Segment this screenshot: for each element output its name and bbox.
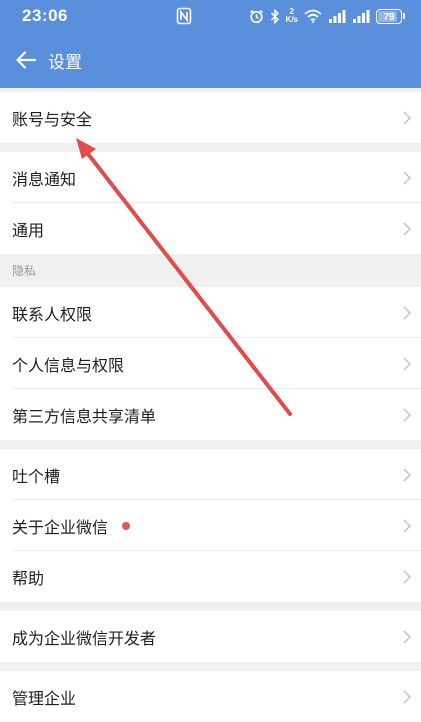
item-label: 帮助 [12, 568, 45, 588]
feedback-item[interactable]: 吐个槽 [0, 449, 421, 500]
status-bar: 23:06 2 K/s 79 [0, 0, 421, 32]
status-time: 23:06 [22, 6, 68, 25]
back-arrow-icon [16, 51, 37, 69]
item-label: 个人信息与权限 [12, 355, 125, 375]
third-party-sharing-item[interactable]: 第三方信息共享清单 [0, 389, 421, 440]
item-label: 吐个槽 [12, 466, 61, 486]
item-label: 成为企业微信开发者 [12, 628, 157, 648]
help-item[interactable]: 帮助 [0, 551, 421, 602]
chevron-right-icon [403, 467, 411, 482]
battery-level: 79 [383, 11, 395, 23]
battery-tip [403, 13, 405, 19]
manage-enterprise-item[interactable]: 管理企业 [0, 671, 421, 722]
alarm-icon [249, 9, 263, 23]
item-label: 联系人权限 [12, 304, 93, 324]
settings-list: 账号与安全 消息通知 通用 隐私 联系人权限 个人信息与权限 第三方信息共享清单… [0, 88, 421, 722]
item-label: 通用 [12, 220, 45, 240]
signal-icon [329, 9, 346, 23]
account-security-item[interactable]: 账号与安全 [0, 92, 421, 143]
item-label: 第三方信息共享清单 [12, 406, 157, 426]
nfc-icon [176, 7, 192, 25]
chevron-right-icon [403, 407, 411, 422]
back-button[interactable] [6, 40, 46, 80]
page-title: 设置 [48, 52, 82, 73]
battery-indicator: 79 [376, 8, 402, 24]
signal-icon-2 [353, 9, 370, 23]
become-developer-item[interactable]: 成为企业微信开发者 [0, 611, 421, 662]
spacer [0, 143, 421, 152]
chevron-right-icon [403, 629, 411, 644]
network-speed: 2 K/s [285, 7, 298, 24]
chevron-right-icon [403, 518, 411, 533]
item-label: 消息通知 [12, 169, 77, 189]
chevron-right-icon [403, 356, 411, 371]
chevron-right-icon [403, 569, 411, 584]
chevron-right-icon [403, 689, 411, 704]
privacy-section-header: 隐私 [0, 254, 421, 287]
item-label: 账号与安全 [12, 109, 93, 129]
spacer [0, 662, 421, 671]
spacer [0, 440, 421, 449]
title-bar: 设置 [0, 32, 421, 88]
personal-info-permission-item[interactable]: 个人信息与权限 [0, 338, 421, 389]
new-badge-dot [122, 521, 131, 530]
item-label: 管理企业 [12, 688, 77, 708]
spacer [0, 602, 421, 611]
chevron-right-icon [403, 221, 411, 236]
chevron-right-icon [403, 110, 411, 125]
general-item[interactable]: 通用 [0, 203, 421, 254]
chevron-right-icon [403, 305, 411, 320]
chevron-right-icon [403, 170, 411, 185]
contacts-permission-item[interactable]: 联系人权限 [0, 287, 421, 338]
bluetooth-icon [270, 8, 279, 24]
wifi-icon [304, 9, 322, 23]
item-label: 关于企业微信 [12, 517, 109, 537]
about-item[interactable]: 关于企业微信 [0, 500, 421, 551]
notifications-item[interactable]: 消息通知 [0, 152, 421, 203]
status-icons: 2 K/s 79 [249, 8, 405, 24]
